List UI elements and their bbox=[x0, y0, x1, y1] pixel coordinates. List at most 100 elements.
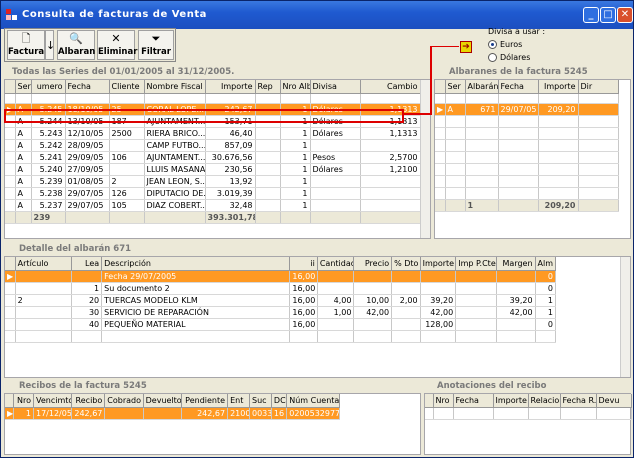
table-cell: 39,20 bbox=[420, 294, 457, 307]
table-cell bbox=[465, 151, 499, 164]
table-cell bbox=[578, 163, 619, 176]
empty-row bbox=[435, 139, 619, 152]
table-cell: JEAN LEON, S... bbox=[144, 175, 206, 188]
filter-cell bbox=[205, 93, 256, 104]
table-row[interactable]: ▶ Fecha 29/07/2005 16,00 0 bbox=[5, 270, 557, 283]
column-header: Margen bbox=[496, 257, 536, 271]
detalle-grid: Artículo Lea Descripción ii Cantidad Precio% … bbox=[4, 256, 631, 378]
table-row[interactable]: 30 SERVICIO DE REPARACIÓN 16,00 1,00 42,00 42… bbox=[5, 306, 557, 319]
table-cell: 2100 bbox=[227, 407, 250, 420]
table-cell: 1,2100 bbox=[360, 163, 421, 176]
table-cell bbox=[353, 330, 393, 343]
table-row[interactable]: A 5.239 01/08/05 2 JEAN LEON, S... 13,92 1 bbox=[5, 175, 421, 188]
maximize-icon[interactable]: □ bbox=[600, 7, 616, 23]
detalle-title: Detalle del albarán 671 bbox=[17, 244, 134, 254]
table-cell bbox=[498, 115, 539, 128]
table-cell bbox=[360, 175, 421, 188]
footer-cell bbox=[360, 211, 421, 224]
table-cell bbox=[498, 175, 539, 188]
table-cell bbox=[310, 139, 361, 152]
recibos-title: Recibos de la factura 5245 bbox=[17, 381, 149, 391]
red-connector bbox=[403, 46, 459, 115]
column-header: Nombre Fiscal bbox=[144, 80, 206, 94]
filter-row[interactable] bbox=[5, 93, 421, 104]
table-cell: 1 bbox=[13, 407, 34, 420]
table-cell: 0200532977 bbox=[286, 407, 340, 420]
table-cell bbox=[255, 163, 281, 176]
footer-cell bbox=[280, 211, 311, 224]
table-cell bbox=[353, 318, 393, 331]
table-cell bbox=[445, 163, 466, 176]
table-cell: 5.241 bbox=[31, 151, 66, 164]
table-row[interactable]: A 5.241 29/09/05 106 AJUNTAMENT... 30.676,56 1… bbox=[5, 151, 421, 164]
table-row[interactable]: A 5.238 29/07/05 126 DIPUTACIO DE... 3.019,39… bbox=[5, 187, 421, 200]
detalle-scrollbar[interactable] bbox=[620, 257, 630, 377]
table-row[interactable]: A 5.243 12/10/05 2500 RIERA BRICO... 46,40 1 Dó… bbox=[5, 127, 421, 140]
table-cell: 10,00 bbox=[353, 294, 393, 307]
table-cell bbox=[445, 187, 466, 200]
column-header: % Dto bbox=[391, 257, 421, 271]
table-cell: PEQUEÑO MATERIAL bbox=[101, 318, 291, 331]
filtrar-button[interactable]: ⏷ Filtrar bbox=[138, 30, 174, 60]
anotaciones-title: Anotaciones del recibo bbox=[435, 381, 549, 391]
factura-dropdown-button[interactable]: ↓ bbox=[45, 30, 55, 60]
minimize-icon[interactable]: _ bbox=[583, 7, 599, 23]
row-indicator bbox=[5, 282, 16, 295]
table-cell: 5.243 bbox=[31, 127, 66, 140]
table-row[interactable]: 40 PEQUEÑO MATERIAL 16,00 128,00 0 bbox=[5, 318, 557, 331]
row-indicator bbox=[425, 394, 434, 408]
table-cell bbox=[455, 270, 497, 283]
table-cell: A bbox=[15, 163, 32, 176]
table-cell bbox=[255, 151, 281, 164]
table-cell: 0 bbox=[535, 282, 557, 295]
filter-cell bbox=[498, 93, 539, 104]
table-cell bbox=[528, 407, 561, 420]
dolares-radio[interactable] bbox=[488, 53, 497, 62]
table-row[interactable]: A 5.242 28/09/05 CAMP FUTBO... 857,09 1 bbox=[5, 139, 421, 152]
row-indicator bbox=[5, 211, 16, 224]
detalle-table: Artículo Lea Descripción ii Cantidad Precio% … bbox=[5, 257, 557, 343]
table-cell: 4,00 bbox=[317, 294, 355, 307]
close-icon[interactable]: ✕ bbox=[617, 7, 633, 23]
table-row[interactable]: ▶ 1 17/12/05 242,67 242,67 2100 0033 16 02005329… bbox=[5, 407, 340, 420]
table-cell: CAMP FUTBO... bbox=[144, 139, 206, 152]
euros-radio[interactable] bbox=[488, 40, 497, 49]
table-cell: 209,20 bbox=[538, 103, 579, 116]
table-row[interactable]: A 5.237 29/07/05 105 DIAZ COBERT... 32,48 1 bbox=[5, 199, 421, 212]
recibos-table: Nro Vencimto Recibo Cobrado Devuelto Pendient… bbox=[5, 394, 340, 420]
table-cell: 29/09/05 bbox=[65, 151, 110, 164]
footer-cell bbox=[310, 211, 361, 224]
filter-cell bbox=[538, 93, 579, 104]
row-indicator bbox=[5, 127, 16, 140]
table-cell: 1 bbox=[280, 175, 311, 188]
table-cell bbox=[578, 187, 619, 200]
row-indicator bbox=[5, 93, 16, 104]
table-cell: Dólares bbox=[310, 127, 361, 140]
table-cell bbox=[578, 115, 619, 128]
eliminar-button[interactable]: ✕ Eliminar bbox=[97, 30, 137, 60]
table-cell: 106 bbox=[109, 151, 145, 164]
table-cell: 2 bbox=[15, 294, 72, 307]
table-cell bbox=[538, 151, 579, 164]
table-cell: 0 bbox=[535, 270, 557, 283]
table-row[interactable]: 1 Su documento 2 16,00 0 bbox=[5, 282, 557, 295]
empty-row bbox=[435, 127, 619, 140]
table-cell: 1 bbox=[280, 127, 311, 140]
albaran-button[interactable]: 🔍 Albaran bbox=[57, 30, 95, 60]
filter-cell bbox=[65, 93, 110, 104]
table-cell bbox=[455, 294, 497, 307]
footer-cell: 393.301,78 bbox=[205, 211, 256, 224]
column-header: Fecha bbox=[453, 394, 494, 408]
toolbar: 🗋 Factura ↓ 🔍 Albaran ✕ Eliminar ⏷ Filtrar bbox=[4, 28, 176, 62]
table-row[interactable]: 2 20 TUERCAS MODELO KLM 16,00 4,00 10,00 2,00 3… bbox=[5, 294, 557, 307]
table-cell: 1,00 bbox=[317, 306, 355, 319]
table-cell bbox=[15, 306, 72, 319]
table-cell: 242,67 bbox=[181, 407, 229, 420]
table-row[interactable]: A 5.240 27/09/05 LLUIS MASANA 230,56 1 Dólares… bbox=[5, 163, 421, 176]
table-cell: A bbox=[15, 139, 32, 152]
table-cell: 32,48 bbox=[205, 199, 256, 212]
table-cell: 5.237 bbox=[31, 199, 66, 212]
table-cell bbox=[560, 407, 597, 420]
column-header: ii bbox=[289, 257, 318, 271]
factura-button[interactable]: 🗋 Factura bbox=[7, 30, 45, 60]
